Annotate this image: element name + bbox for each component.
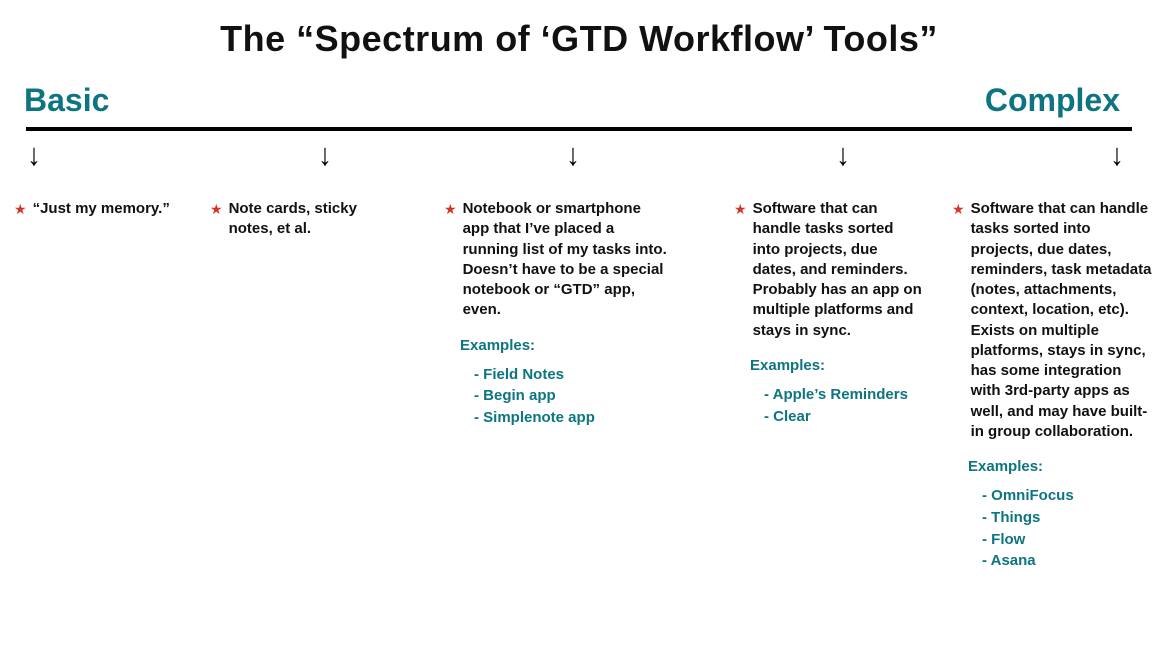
arrow-down-icon: ↓ bbox=[1110, 137, 1124, 172]
star-icon: ★ bbox=[734, 200, 747, 218]
example-item: Apple’s Reminders bbox=[764, 384, 924, 406]
page-title: The “Spectrum of ‘GTD Workflow’ Tools” bbox=[0, 0, 1158, 60]
bullet: ★ Note cards, sticky notes, et al. bbox=[210, 199, 400, 240]
bullet: ★ Notebook or smartphone app that I’ve p… bbox=[444, 199, 669, 321]
example-item: Field Notes bbox=[474, 364, 669, 386]
star-icon: ★ bbox=[952, 200, 965, 218]
example-item: Flow bbox=[982, 529, 1152, 551]
arrow-down-icon: ↓ bbox=[27, 137, 41, 172]
column-3: ★ Notebook or smartphone app that I’ve p… bbox=[444, 199, 669, 429]
example-item: Simplenote app bbox=[474, 407, 669, 429]
column-desc: Software that can handle tasks sorted in… bbox=[753, 199, 924, 341]
star-icon: ★ bbox=[14, 200, 27, 218]
example-item: Clear bbox=[764, 406, 924, 428]
arrow-row: ↓ ↓ ↓ ↓ ↓ bbox=[26, 139, 1132, 179]
axis-line bbox=[26, 127, 1132, 131]
example-item: Things bbox=[982, 507, 1152, 529]
examples-list: Field Notes Begin app Simplenote app bbox=[474, 364, 669, 429]
star-icon: ★ bbox=[210, 200, 223, 218]
example-item: Begin app bbox=[474, 385, 669, 407]
examples-list: Apple’s Reminders Clear bbox=[764, 384, 924, 428]
bullet: ★ Software that can handle tasks sorted … bbox=[952, 199, 1152, 442]
arrow-down-icon: ↓ bbox=[836, 137, 850, 172]
arrow-down-icon: ↓ bbox=[566, 137, 580, 172]
column-desc: Notebook or smartphone app that I’ve pla… bbox=[463, 199, 669, 321]
axis-label-complex: Complex bbox=[985, 82, 1120, 119]
examples-label: Examples: bbox=[750, 357, 924, 374]
bullet: ★ “Just my memory.” bbox=[14, 199, 194, 219]
example-item: Asana bbox=[982, 550, 1152, 572]
examples-label: Examples: bbox=[460, 337, 669, 354]
spectrum-axis bbox=[26, 127, 1132, 133]
arrow-down-icon: ↓ bbox=[318, 137, 332, 172]
examples-list: OmniFocus Things Flow Asana bbox=[982, 485, 1152, 572]
column-2: ★ Note cards, sticky notes, et al. bbox=[210, 199, 400, 240]
column-desc: Software that can handle tasks sorted in… bbox=[971, 199, 1152, 442]
column-desc: Note cards, sticky notes, et al. bbox=[229, 199, 400, 240]
axis-label-basic: Basic bbox=[24, 82, 109, 119]
column-5: ★ Software that can handle tasks sorted … bbox=[952, 199, 1152, 572]
column-1: ★ “Just my memory.” bbox=[14, 199, 194, 219]
bullet: ★ Software that can handle tasks sorted … bbox=[734, 199, 924, 341]
axis-labels: Basic Complex bbox=[0, 60, 1158, 119]
columns: ★ “Just my memory.” ★ Note cards, sticky… bbox=[14, 199, 1144, 659]
example-item: OmniFocus bbox=[982, 485, 1152, 507]
examples-label: Examples: bbox=[968, 458, 1152, 475]
star-icon: ★ bbox=[444, 200, 457, 218]
column-4: ★ Software that can handle tasks sorted … bbox=[734, 199, 924, 427]
column-desc: “Just my memory.” bbox=[33, 199, 170, 219]
